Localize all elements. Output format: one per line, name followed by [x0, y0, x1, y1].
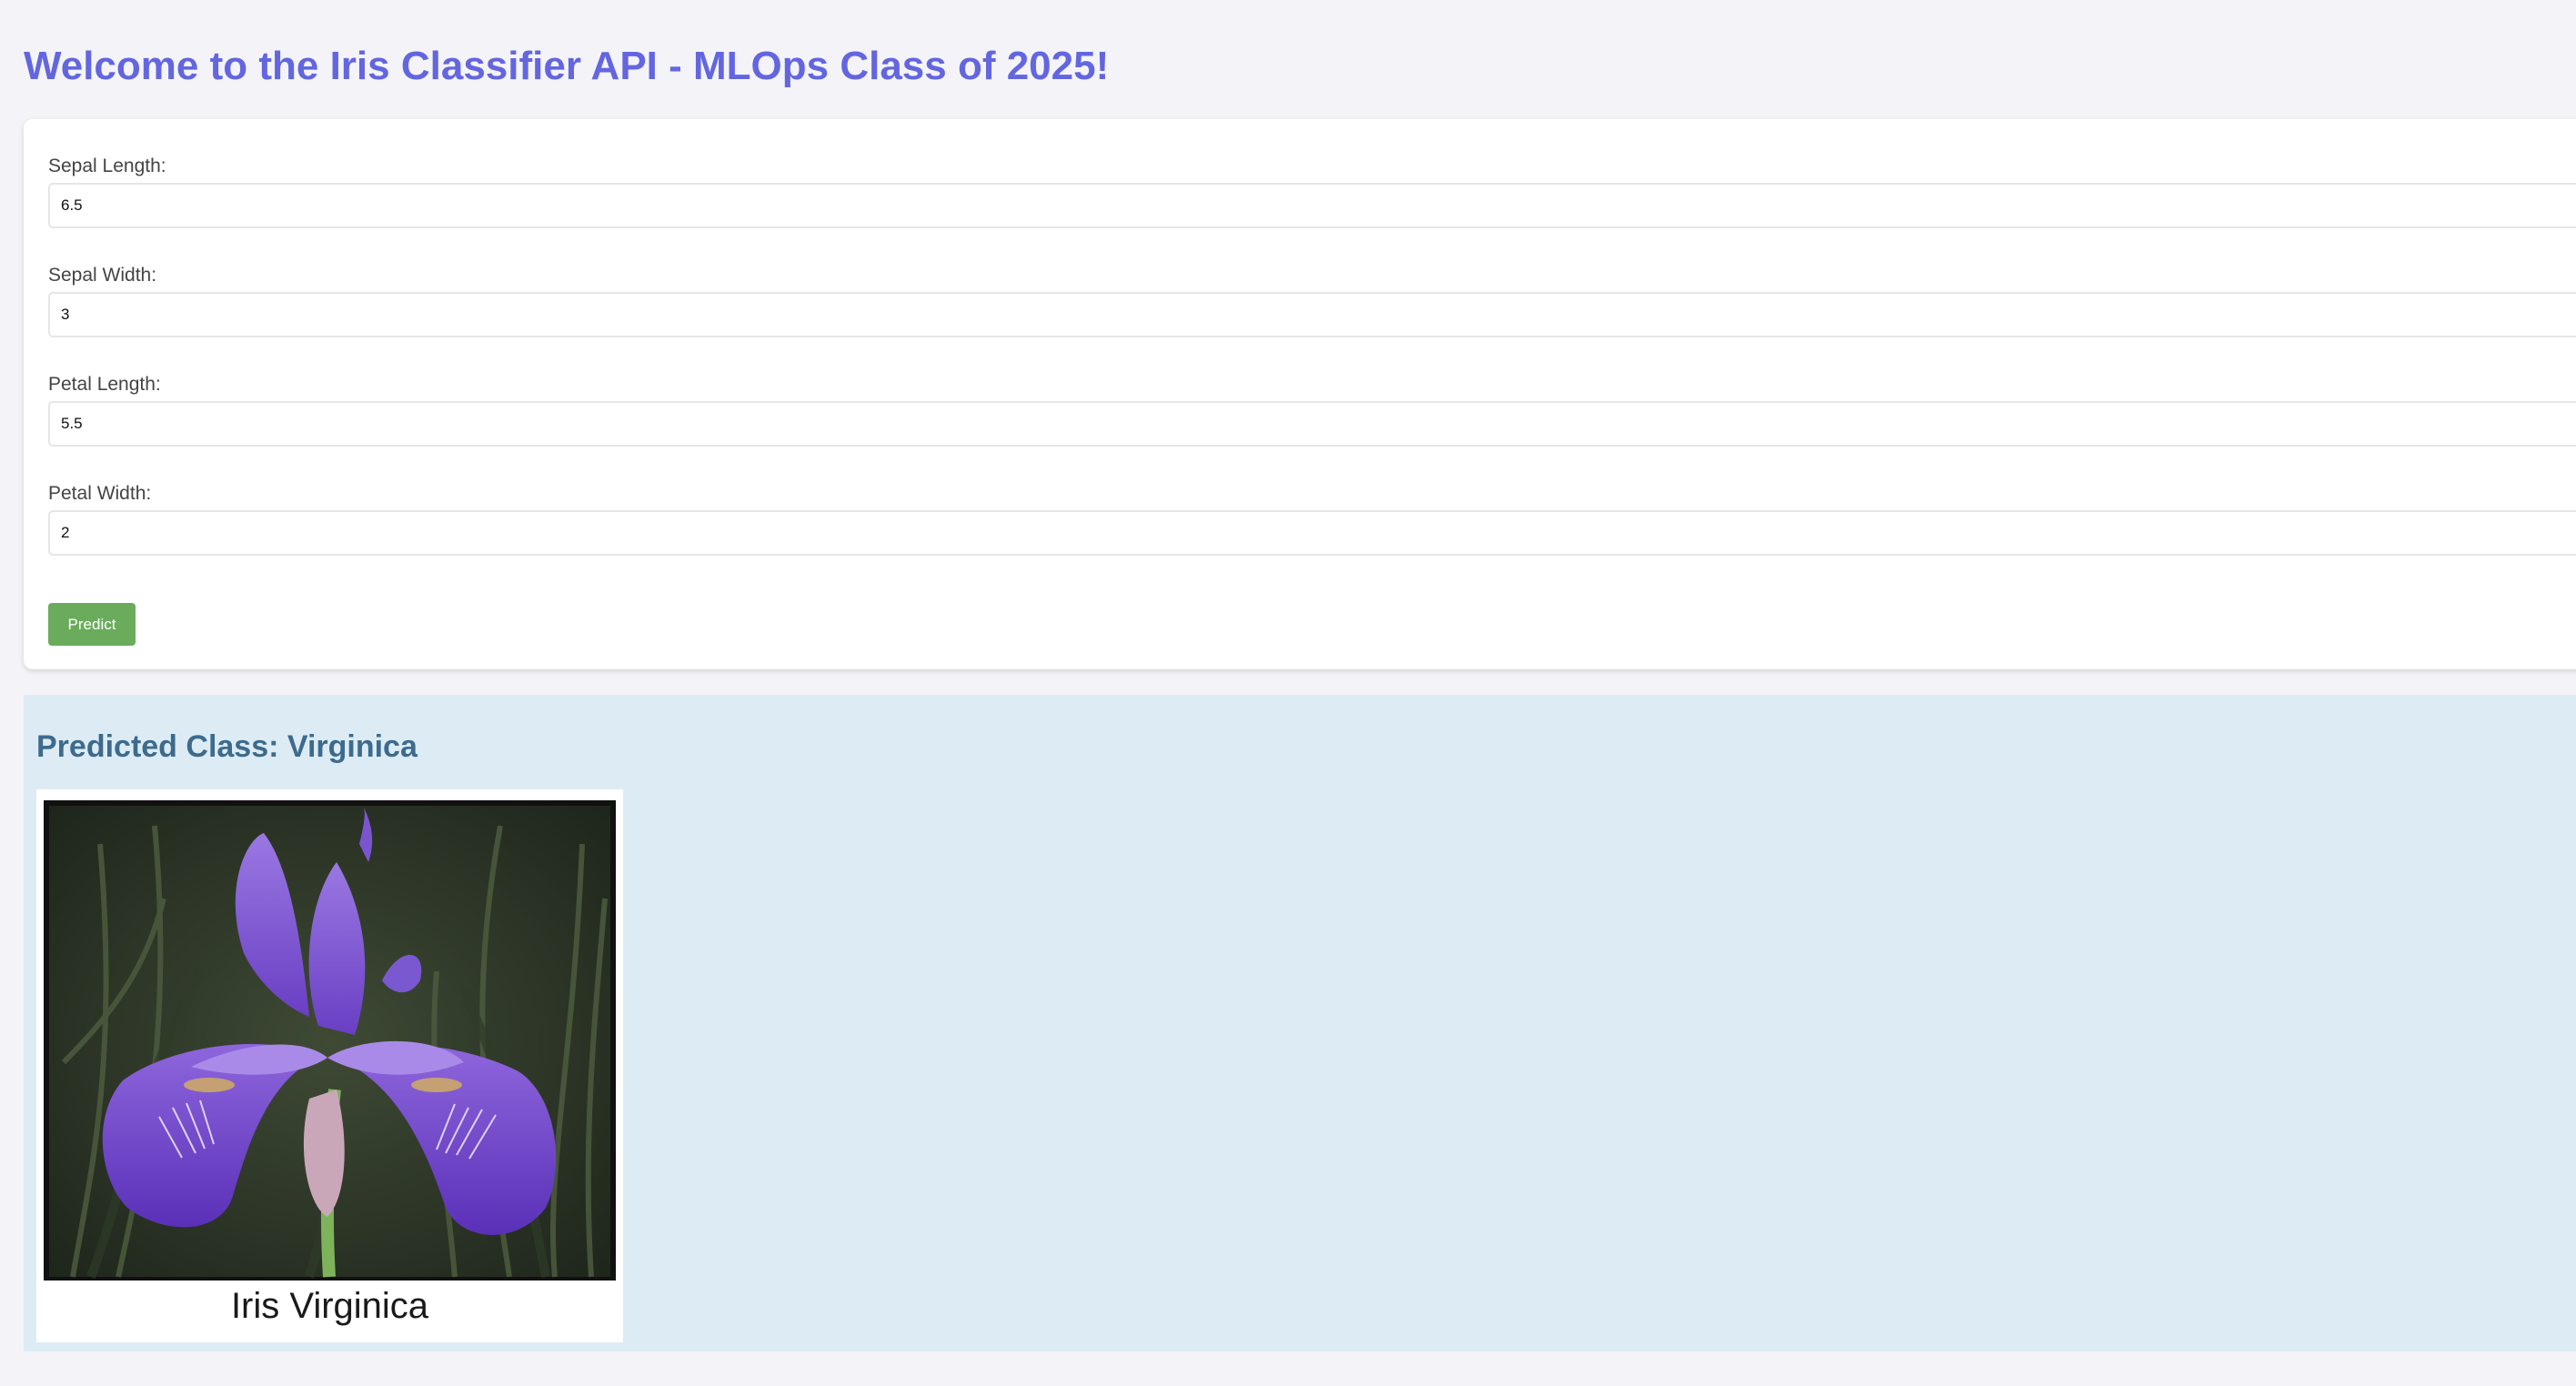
iris-flower-photo-icon	[44, 800, 616, 1281]
petal-length-input[interactable]	[48, 401, 2576, 447]
page-title: Welcome to the Iris Classifier API - MLO…	[24, 44, 1110, 88]
petal-width-input[interactable]	[48, 510, 2576, 556]
predict-button[interactable]: Predict	[48, 603, 136, 646]
sepal-length-input[interactable]	[48, 183, 2576, 228]
sepal-width-label: Sepal Width:	[48, 265, 157, 286]
iris-flower-image: Iris Virginica	[36, 789, 623, 1342]
sepal-width-input[interactable]	[48, 292, 2576, 337]
predicted-class-heading: Predicted Class: Virginica	[36, 729, 418, 764]
petal-length-label: Petal Length:	[48, 374, 161, 395]
image-caption: Iris Virginica	[230, 1286, 429, 1326]
sepal-length-label: Sepal Length:	[48, 156, 166, 176]
prediction-result-panel: Predicted Class: Virginica Iris Virginic…	[24, 695, 2576, 1351]
iris-input-form: Sepal Length: Sepal Width: Petal Length:…	[24, 119, 2576, 669]
petal-width-label: Petal Width:	[48, 483, 152, 504]
